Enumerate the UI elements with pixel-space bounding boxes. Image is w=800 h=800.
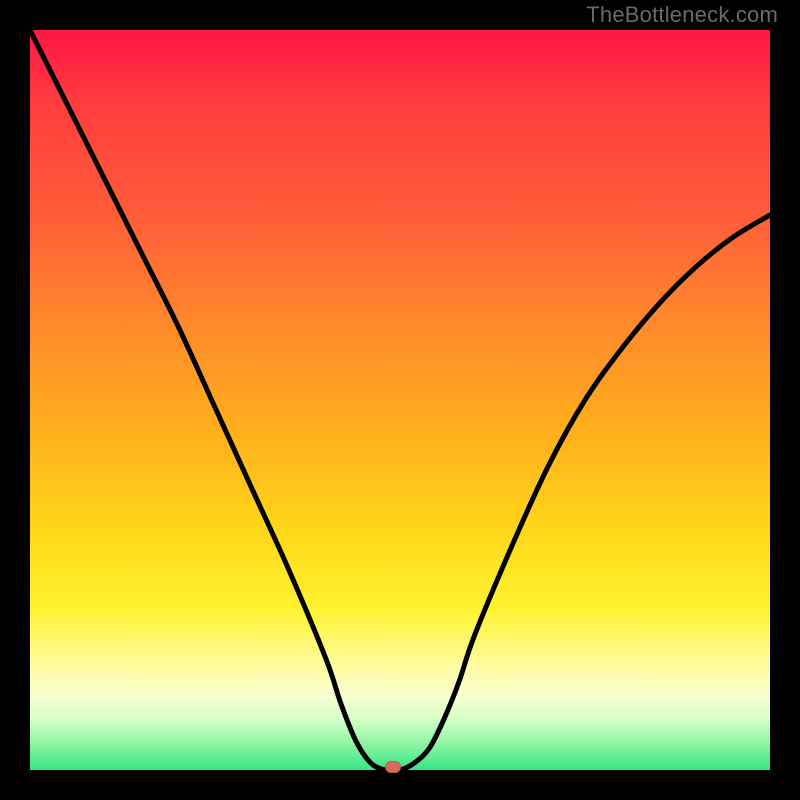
plot-area <box>30 30 770 770</box>
minimum-marker <box>385 761 401 773</box>
watermark-text: TheBottleneck.com <box>586 2 778 28</box>
bottleneck-curve <box>30 30 770 770</box>
curve-path <box>30 30 770 771</box>
chart-frame: TheBottleneck.com <box>0 0 800 800</box>
